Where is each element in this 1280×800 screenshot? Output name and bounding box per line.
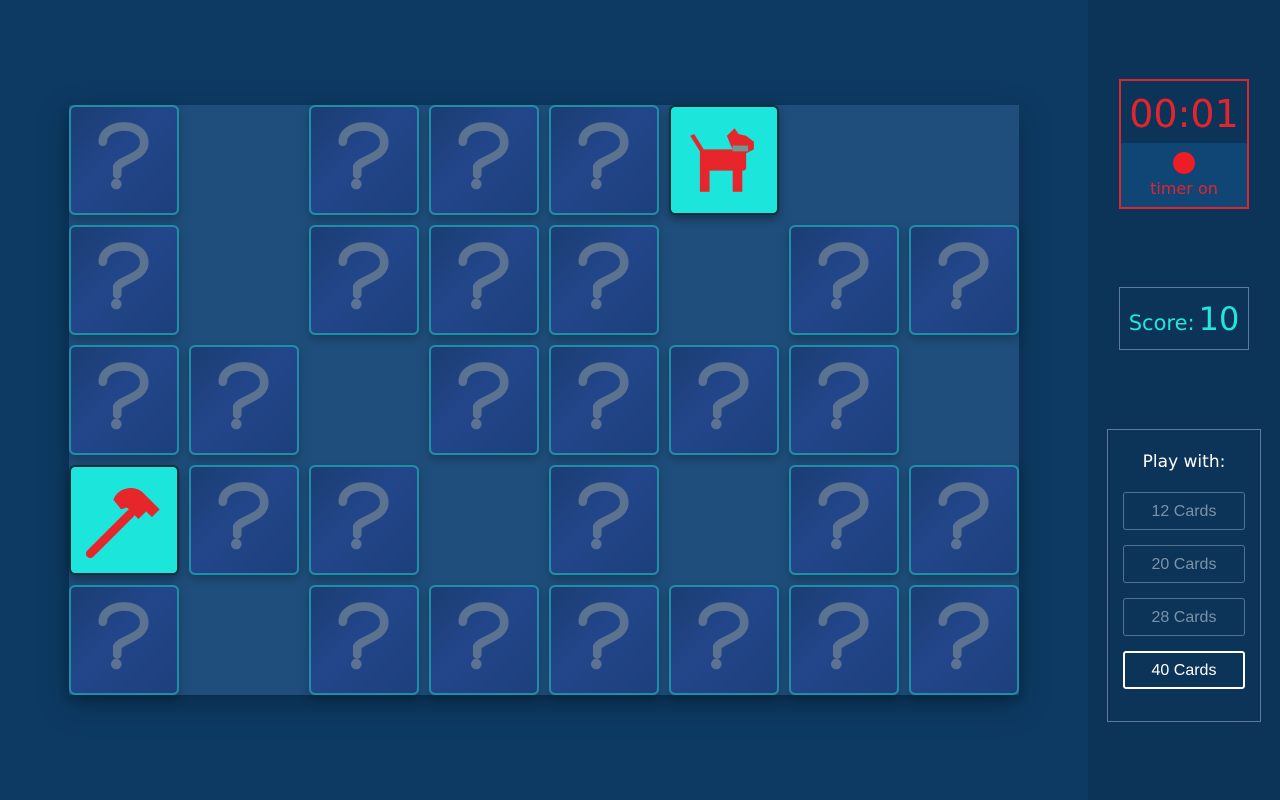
empty-slot-r4-c6 xyxy=(669,465,779,575)
timer-status: timer on xyxy=(1121,143,1247,207)
card-r2-c1[interactable] xyxy=(69,225,179,335)
card-r5-c8[interactable] xyxy=(909,585,1019,695)
card-r2-c5[interactable] xyxy=(549,225,659,335)
card-r1-c4[interactable] xyxy=(429,105,539,215)
empty-slot-r2-c6 xyxy=(669,225,779,335)
card-r2-c7[interactable] xyxy=(789,225,899,335)
card-r5-c4[interactable] xyxy=(429,585,539,695)
option-20-cards-button[interactable]: 20 Cards xyxy=(1123,545,1245,583)
card-r1-c6 xyxy=(669,105,779,215)
card-r5-c3[interactable] xyxy=(309,585,419,695)
timer-panel: 00:01 timer on xyxy=(1119,79,1249,209)
score-value: 10 xyxy=(1198,300,1240,338)
game-board xyxy=(69,105,1019,695)
card-r3-c4[interactable] xyxy=(429,345,539,455)
empty-slot-r2-c2 xyxy=(189,225,299,335)
card-r2-c4[interactable] xyxy=(429,225,539,335)
card-r4-c5[interactable] xyxy=(549,465,659,575)
card-r4-c7[interactable] xyxy=(789,465,899,575)
empty-slot-r3-c3 xyxy=(309,345,419,455)
card-r2-c3[interactable] xyxy=(309,225,419,335)
empty-slot-r1-c2 xyxy=(189,105,299,215)
card-r3-c7[interactable] xyxy=(789,345,899,455)
card-r3-c2[interactable] xyxy=(189,345,299,455)
card-r5-c7[interactable] xyxy=(789,585,899,695)
card-r3-c6[interactable] xyxy=(669,345,779,455)
options-title: Play with: xyxy=(1142,452,1226,472)
timer-status-label: timer on xyxy=(1150,179,1218,198)
memory-game-app: 00:01 timer on Score: 10 Play with: 12 Ca… xyxy=(0,0,1280,800)
card-r1-c3[interactable] xyxy=(309,105,419,215)
score-panel: Score: 10 xyxy=(1119,287,1249,350)
timer-display: 00:01 xyxy=(1129,92,1239,136)
card-r4-c2[interactable] xyxy=(189,465,299,575)
option-28-cards-button[interactable]: 28 Cards xyxy=(1123,598,1245,636)
empty-slot-r1-c7 xyxy=(789,105,899,215)
card-r5-c6[interactable] xyxy=(669,585,779,695)
card-count-options: Play with: 12 Cards 20 Cards 28 Cards 40… xyxy=(1107,429,1261,722)
card-r4-c1 xyxy=(69,465,179,575)
card-r3-c1[interactable] xyxy=(69,345,179,455)
card-r4-c3[interactable] xyxy=(309,465,419,575)
card-r4-c8[interactable] xyxy=(909,465,1019,575)
card-r5-c5[interactable] xyxy=(549,585,659,695)
empty-slot-r3-c8 xyxy=(909,345,1019,455)
empty-slot-r4-c4 xyxy=(429,465,539,575)
card-r1-c1[interactable] xyxy=(69,105,179,215)
option-40-cards-button[interactable]: 40 Cards xyxy=(1123,651,1245,689)
score-label: Score: xyxy=(1128,311,1195,335)
card-r5-c1[interactable] xyxy=(69,585,179,695)
card-r1-c5[interactable] xyxy=(549,105,659,215)
card-r3-c5[interactable] xyxy=(549,345,659,455)
card-r2-c8[interactable] xyxy=(909,225,1019,335)
empty-slot-r5-c2 xyxy=(189,585,299,695)
recording-dot-icon xyxy=(1173,152,1195,174)
empty-slot-r1-c8 xyxy=(909,105,1019,215)
option-12-cards-button[interactable]: 12 Cards xyxy=(1123,492,1245,530)
